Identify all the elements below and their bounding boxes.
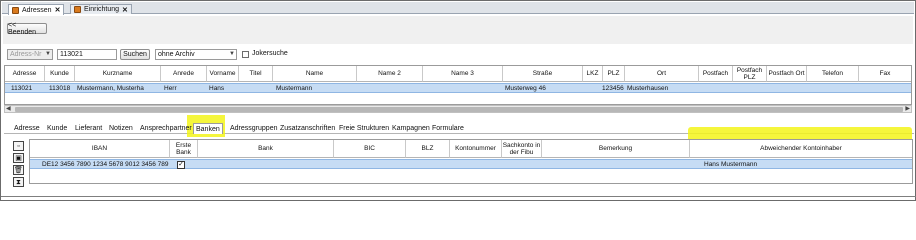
search-field-select-value: Adress-Nr <box>10 51 42 58</box>
tab-adressgruppen[interactable]: Adressgruppen <box>228 123 279 134</box>
trash-icon[interactable]: 🗑 <box>13 165 24 175</box>
col-header-kurzname[interactable]: Kurzname <box>75 66 161 82</box>
cell-name: Mustermann <box>276 84 313 92</box>
col-header-adresse[interactable]: Adresse <box>5 66 45 82</box>
col-header-lkz[interactable]: LKZ <box>583 66 603 82</box>
col-header-postfach-ort[interactable]: Postfach Ort <box>767 66 807 82</box>
col-header-plz[interactable]: PLZ <box>603 66 625 82</box>
back-button[interactable]: << Beenden <box>7 22 47 36</box>
col-header-name2[interactable]: Name 2 <box>357 66 423 82</box>
col-header-bic[interactable]: BIC <box>334 140 406 158</box>
col-header-postfach[interactable]: Postfach <box>699 66 733 82</box>
scroll-left-icon[interactable]: ◀ <box>6 105 11 112</box>
joker-checkbox[interactable] <box>242 51 249 58</box>
divider <box>1 196 916 197</box>
checkbox-checked-icon[interactable]: ✓ <box>177 161 185 169</box>
tab-notizen[interactable]: Notizen <box>107 123 135 134</box>
new-record-icon[interactable]: ▫ <box>13 141 24 151</box>
horizontal-scrollbar[interactable]: ◀ ▶ <box>4 105 912 113</box>
chevron-down-icon: ▼ <box>229 51 235 57</box>
cell-strasse: Musterweg 46 <box>505 84 546 92</box>
col-header-bank[interactable]: Bank <box>198 140 334 158</box>
hourglass-icon[interactable]: ⧗ <box>13 177 24 187</box>
tab-freie-strukturen[interactable]: Freie Strukturen <box>337 123 391 134</box>
col-header-sachkonto[interactable]: Sachkonto in der Fibu <box>502 140 542 158</box>
cell-abw-kontoinhaber: Hans Mustermann <box>704 160 758 168</box>
tab-lieferant[interactable]: Lieferant <box>73 123 104 134</box>
tab-einrichtung-label: Einrichtung <box>84 6 120 13</box>
cell-adresse: 113021 <box>11 84 33 92</box>
col-header-erste-bank[interactable]: Erste Bank <box>170 140 198 158</box>
cell-kurzname: Mustermann, Musterha <box>77 84 144 92</box>
search-field-select[interactable]: Adress-Nr ▼ <box>7 49 53 60</box>
tab-adresse[interactable]: Adresse <box>12 123 42 134</box>
cell-vorname: Hans <box>209 84 225 92</box>
joker-label: Jokersuche <box>252 50 288 57</box>
col-header-telefon[interactable]: Telefon <box>807 66 859 82</box>
col-header-kunde[interactable]: Kunde <box>45 66 75 82</box>
cell-ort: Musterhausen <box>627 84 669 92</box>
col-header-abw-kontoinhaber[interactable]: Abweichender Kontoinhaber <box>690 140 912 158</box>
address-book-icon <box>12 6 19 14</box>
tab-formulare[interactable]: Formulare <box>430 123 466 134</box>
tab-zusatzanschriften[interactable]: Zusatzanschriften <box>278 123 337 134</box>
document-tabstrip: Adressen ✕ Einrichtung ✕ <box>2 2 914 15</box>
settings-document-icon <box>74 6 81 13</box>
col-header-name3[interactable]: Name 3 <box>423 66 503 82</box>
close-icon[interactable]: ✕ <box>122 6 128 14</box>
tab-ansprechpartner[interactable]: Ansprechpartner <box>138 123 194 134</box>
bank-grid: IBAN Erste Bank Bank BIC BLZ Kontonummer… <box>29 139 913 184</box>
chevron-down-icon: ▼ <box>45 51 51 57</box>
tab-einrichtung[interactable]: Einrichtung ✕ <box>70 4 132 14</box>
col-header-name[interactable]: Name <box>273 66 357 82</box>
scrollbar-thumb[interactable] <box>15 107 903 112</box>
col-header-titel[interactable]: Titel <box>239 66 273 82</box>
cell-kunde: 113018 <box>49 84 71 92</box>
tab-kunde[interactable]: Kunde <box>45 123 69 134</box>
save-icon[interactable]: ▣ <box>13 153 24 163</box>
scroll-right-icon[interactable]: ▶ <box>905 105 910 112</box>
col-header-bemerkung[interactable]: Bemerkung <box>542 140 690 158</box>
record-toolbar: ▫ ▣ 🗑 ⧗ <box>13 141 25 187</box>
archive-select-value: ohne Archiv <box>158 51 195 58</box>
cell-erste-bank[interactable]: ✓ <box>177 160 185 170</box>
cell-plz: 123456 <box>602 84 624 92</box>
col-header-blz[interactable]: BLZ <box>406 140 450 158</box>
col-header-fax[interactable]: Fax <box>859 66 911 82</box>
address-grid: Adresse Kunde Kurzname Anrede Vorname Ti… <box>4 65 912 105</box>
col-header-kontonummer[interactable]: Kontonummer <box>450 140 502 158</box>
search-button[interactable]: Suchen <box>120 49 150 60</box>
col-header-ort[interactable]: Ort <box>625 66 699 82</box>
close-icon[interactable]: ✕ <box>55 6 61 14</box>
tab-adressen-label: Adressen <box>22 6 52 14</box>
tab-adressen[interactable]: Adressen ✕ <box>8 4 65 15</box>
col-header-iban[interactable]: IBAN <box>30 140 170 158</box>
search-input[interactable]: 113021 <box>57 49 117 60</box>
app-window: Adressen ✕ Einrichtung ✕ << Beenden Adre… <box>0 0 916 201</box>
col-header-anrede[interactable]: Anrede <box>161 66 207 82</box>
col-header-strasse[interactable]: Straße <box>503 66 583 82</box>
tab-kampagnen[interactable]: Kampagnen <box>390 123 432 134</box>
toolbar-area <box>3 16 913 44</box>
cell-anrede: Herr <box>164 84 177 92</box>
tab-banken[interactable]: Banken <box>193 123 223 134</box>
col-header-vorname[interactable]: Vorname <box>207 66 239 82</box>
cell-iban: DE12 3456 7890 1234 5678 9012 3456 789 <box>42 160 169 168</box>
archive-select[interactable]: ohne Archiv ▼ <box>155 49 237 60</box>
col-header-postfach-plz[interactable]: Postfach PLZ <box>733 66 767 82</box>
